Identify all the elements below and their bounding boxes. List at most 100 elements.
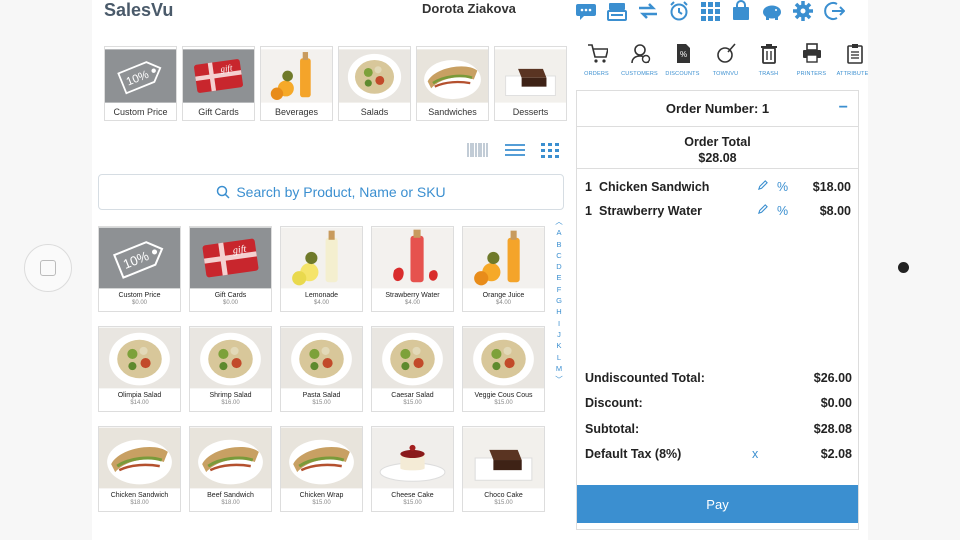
order-line[interactable]: 1 Strawberry Water % $8.00 <box>577 199 858 223</box>
bag-icon[interactable] <box>729 0 753 22</box>
alpha-index-letter[interactable]: B <box>556 239 561 250</box>
register-icon[interactable] <box>605 0 629 22</box>
summary-value: $0.00 <box>820 396 852 411</box>
alpha-index-letter[interactable]: D <box>556 261 561 272</box>
category-image <box>417 47 488 105</box>
line-discount-button[interactable]: % <box>777 204 795 218</box>
action-orders[interactable]: ORDERS <box>576 42 617 77</box>
order-lines: 1 Chicken Sandwich % $18.00 1 Strawberry… <box>577 169 858 223</box>
product-tile[interactable]: gift Gift Cards $0.00 <box>189 226 272 312</box>
piggy-bank-icon[interactable] <box>760 0 784 22</box>
scroll-up-icon[interactable]: ︿ <box>555 216 563 227</box>
alpha-index-letter[interactable]: C <box>556 250 561 261</box>
alpha-index-letter[interactable]: G <box>556 295 562 306</box>
summary-label: Discount: <box>585 396 643 411</box>
product-price: $15.00 <box>494 400 513 406</box>
alpha-index-letter[interactable]: K <box>556 340 561 351</box>
gear-icon[interactable] <box>791 0 815 22</box>
category-tile[interactable]: gift Gift Cards <box>182 46 255 121</box>
product-tile[interactable]: Chicken Wrap $15.00 <box>280 426 363 512</box>
product-tile[interactable]: Strawberry Water $4.00 <box>371 226 454 312</box>
collapse-button[interactable]: − <box>839 99 848 117</box>
product-tile[interactable]: Caesar Salad $15.00 <box>371 326 454 412</box>
product-tile[interactable]: Orange Juice $4.00 <box>462 226 545 312</box>
summary-row: Default Tax (8%) x $2.08 <box>585 442 852 468</box>
summary-row: Subtotal: $28.08 <box>585 416 852 442</box>
category-image: gift <box>183 47 254 105</box>
logout-icon[interactable] <box>822 0 846 22</box>
alpha-index-letter[interactable]: L <box>557 352 561 363</box>
alpha-index-letter[interactable]: H <box>556 306 561 317</box>
product-tile[interactable]: Lemonade $4.00 <box>280 226 363 312</box>
product-tile[interactable]: Chicken Sandwich $18.00 <box>98 426 181 512</box>
alpha-index[interactable]: ︿ A B C D E F G H I J K L M ﹀ <box>552 216 566 385</box>
pay-button[interactable]: Pay <box>577 485 858 523</box>
svg-text:%: % <box>679 50 686 59</box>
alpha-index-letter[interactable]: A <box>556 227 561 238</box>
order-number: Order Number: 1 <box>665 101 770 116</box>
list-view-icon[interactable] <box>504 141 526 159</box>
category-label: Sandwiches <box>428 107 477 117</box>
summary-row: Discount: $0.00 <box>585 391 852 417</box>
top-bar: SalesVu Dorota Ziakova <box>92 0 868 26</box>
product-tile[interactable]: Cheese Cake $15.00 <box>371 426 454 512</box>
product-tile[interactable]: Olimpia Salad $14.00 <box>98 326 181 412</box>
action-trash[interactable]: TRASH <box>748 42 789 77</box>
action-printers[interactable]: PRINTERS <box>791 42 832 77</box>
product-image <box>281 327 362 389</box>
alpha-index-letter[interactable]: I <box>558 318 560 329</box>
action-townvu[interactable]: TOWNVU <box>705 42 746 77</box>
action-discounts[interactable]: % DISCOUNTS <box>662 42 703 77</box>
transfer-icon[interactable] <box>636 0 660 22</box>
alpha-index-letter[interactable]: M <box>556 363 562 374</box>
product-tile[interactable]: Choco Cake $15.00 <box>462 426 545 512</box>
line-name: Chicken Sandwich <box>599 180 710 194</box>
pencil-icon[interactable] <box>757 180 777 194</box>
grid-view-icon[interactable] <box>540 141 560 159</box>
discount-icon: % <box>672 42 694 69</box>
line-qty: 1 <box>585 204 592 218</box>
alpha-index-letter[interactable]: E <box>556 272 561 283</box>
order-line[interactable]: 1 Chicken Sandwich % $18.00 <box>577 175 858 199</box>
search-input[interactable]: Search by Product, Name or SKU <box>98 174 564 210</box>
category-tile[interactable]: Sandwiches <box>416 46 489 121</box>
product-name: Chicken Sandwich <box>110 492 169 499</box>
category-tile[interactable]: 10% Custom Price <box>104 46 177 121</box>
line-discount-button[interactable]: % <box>777 180 795 194</box>
product-image <box>463 227 544 289</box>
product-tile[interactable]: Shrimp Salad $16.00 <box>189 326 272 412</box>
product-price: $0.00 <box>131 300 147 306</box>
remove-tax-button[interactable]: x <box>752 447 782 461</box>
alpha-index-letter[interactable]: J <box>557 329 561 340</box>
action-customers[interactable]: CUSTOMERS <box>619 42 660 77</box>
product-price: $15.00 <box>403 500 422 506</box>
home-button[interactable] <box>24 244 72 292</box>
category-image: 10% <box>105 47 176 105</box>
product-tile[interactable]: Veggie Cous Cous $15.00 <box>462 326 545 412</box>
scroll-down-icon[interactable]: ﹀ <box>555 374 563 385</box>
action-attributes[interactable]: ATTRIBUTES <box>834 42 868 77</box>
summary-label: Undiscounted Total: <box>585 370 705 385</box>
product-tile[interactable]: Beef Sandwich $18.00 <box>189 426 272 512</box>
chat-icon[interactable] <box>574 0 598 22</box>
product-tile[interactable]: 10% Custom Price $0.00 <box>98 226 181 312</box>
alarm-clock-icon[interactable] <box>667 0 691 22</box>
product-image <box>372 327 453 389</box>
barcode-view-icon[interactable] <box>466 141 490 159</box>
product-name: Olimpia Salad <box>117 392 162 399</box>
product-name: Strawberry Water <box>385 292 440 299</box>
product-tile[interactable]: Pasta Salad $15.00 <box>280 326 363 412</box>
category-label: Salads <box>360 107 389 117</box>
category-tile[interactable]: Beverages <box>260 46 333 121</box>
summary-value: $26.00 <box>813 370 852 385</box>
category-tile[interactable]: Desserts <box>494 46 567 121</box>
pos-screen: SalesVu Dorota Ziakova 10% Custom Price gi… <box>92 0 868 540</box>
order-actions: ORDERS CUSTOMERS% DISCOUNTS TOWNVU TRASH PRIN… <box>576 42 868 77</box>
product-price: $4.00 <box>495 300 511 306</box>
cart-icon <box>586 42 609 69</box>
grid-icon[interactable] <box>698 0 722 22</box>
category-tile[interactable]: Salads <box>338 46 411 121</box>
pencil-icon[interactable] <box>757 204 777 218</box>
category-bar: 10% Custom Price gift Gift Cards Beverages Sa… <box>104 46 567 121</box>
alpha-index-letter[interactable]: F <box>557 284 562 295</box>
